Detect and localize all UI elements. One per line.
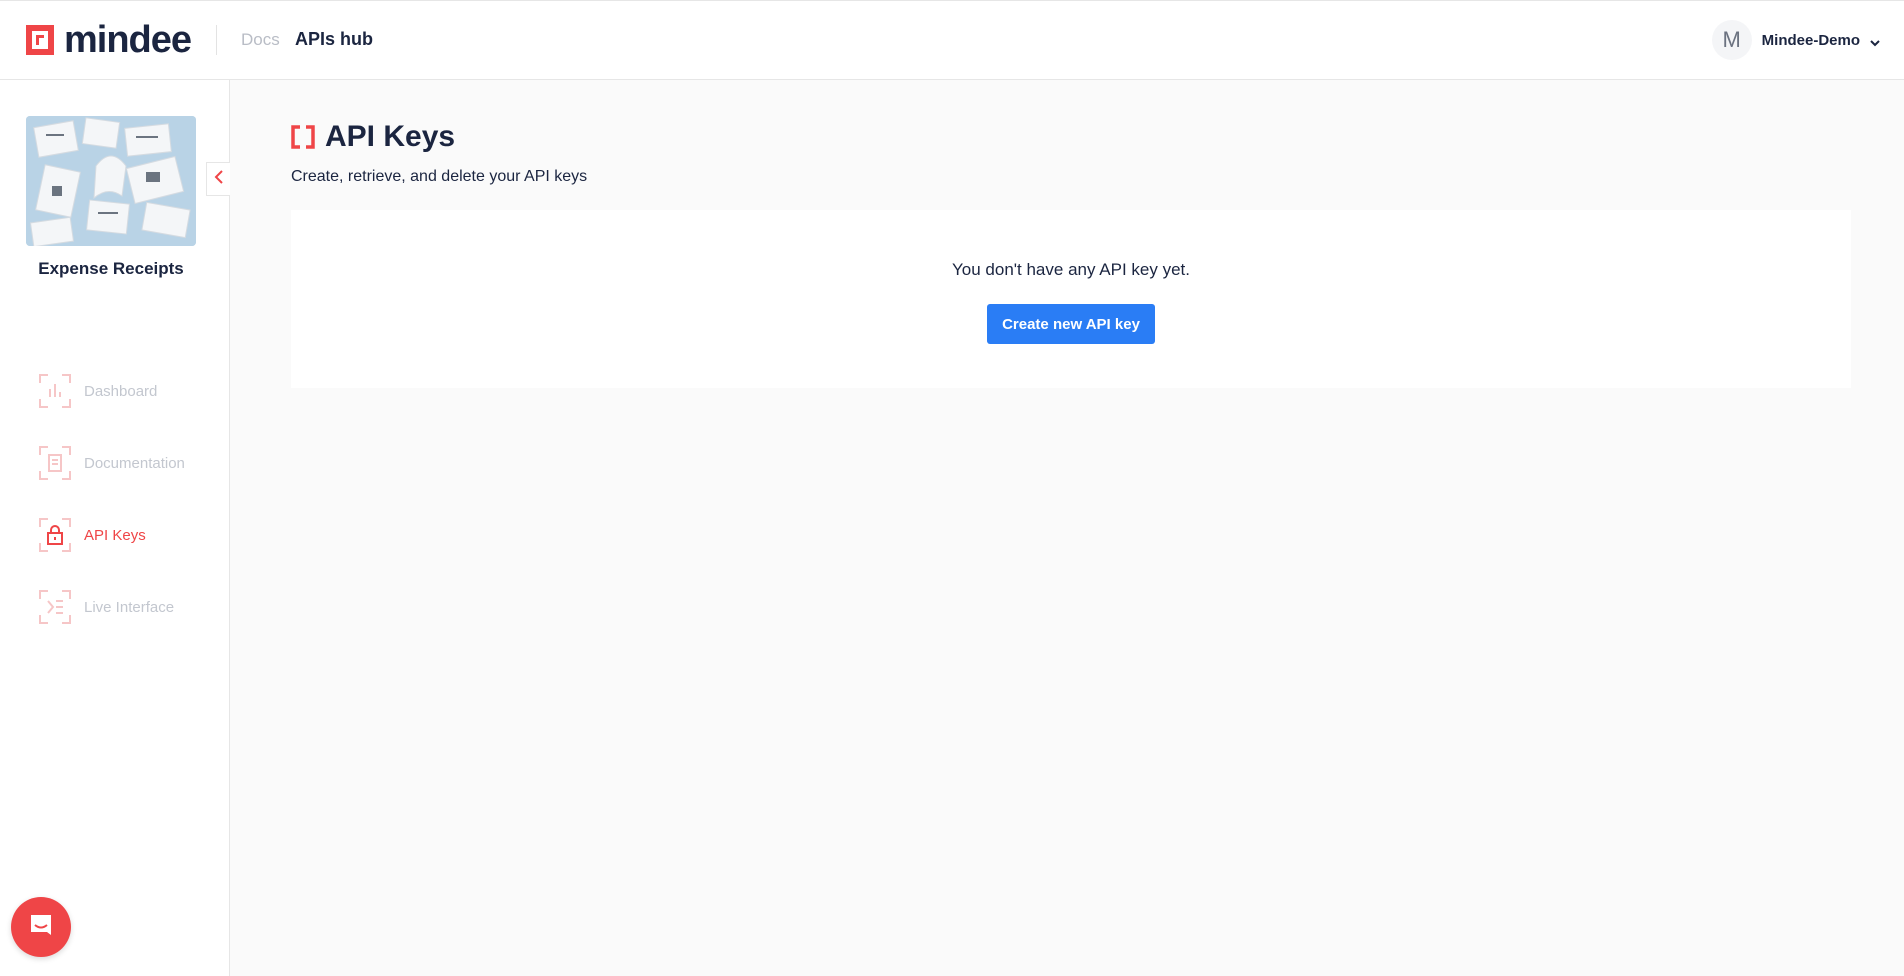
- mindee-logo[interactable]: mindee: [24, 19, 192, 61]
- divider: [216, 25, 217, 55]
- page-header: API Keys: [291, 120, 455, 154]
- main-content: API Keys Create, retrieve, and delete yo…: [231, 80, 1904, 976]
- chevron-down-icon[interactable]: [1870, 35, 1880, 47]
- collapse-sidebar-button[interactable]: [206, 162, 230, 196]
- live-interface-icon: [38, 589, 72, 625]
- empty-state-message: You don't have any API key yet.: [952, 260, 1190, 279]
- create-api-key-button[interactable]: Create new API key: [987, 304, 1155, 344]
- page-subtitle: Create, retrieve, and delete your API ke…: [291, 168, 588, 185]
- page-title: API Keys: [325, 120, 456, 153]
- chat-icon: [27, 911, 55, 944]
- api-keys-card: You don't have any API key yet. Create n…: [291, 210, 1851, 388]
- bracket-icon: [291, 125, 315, 149]
- brand-name: mindee: [64, 19, 192, 61]
- nav-docs-link[interactable]: Docs: [241, 30, 280, 50]
- sidebar-item-label: API Keys: [84, 526, 146, 544]
- mindee-logo-icon: [24, 23, 56, 57]
- chevron-left-icon: [214, 169, 224, 189]
- dashboard-icon: [38, 373, 72, 409]
- chat-launcher-button[interactable]: [11, 897, 71, 957]
- top-bar: mindee Docs APIs hub M Mindee-Demo: [0, 0, 1904, 80]
- sidebar-item-live-interface[interactable]: Live Interface: [38, 587, 174, 627]
- avatar[interactable]: M: [1711, 20, 1752, 60]
- sidebar-item-label: Live Interface: [84, 598, 175, 616]
- sidebar-item-label: Documentation: [84, 454, 185, 472]
- sidebar: Expense Receipts Dashboard Documentation: [0, 80, 230, 976]
- lock-icon: [38, 517, 72, 553]
- user-name[interactable]: Mindee-Demo: [1762, 32, 1860, 49]
- product-name: Expense Receipts: [38, 259, 184, 278]
- product-image: [26, 116, 196, 246]
- documentation-icon: [38, 445, 72, 481]
- sidebar-item-api-keys[interactable]: API Keys: [38, 515, 146, 555]
- sidebar-item-dashboard[interactable]: Dashboard: [38, 371, 157, 411]
- nav-apis-hub-link[interactable]: APIs hub: [295, 29, 373, 50]
- user-menu[interactable]: M Mindee-Demo: [1711, 20, 1880, 60]
- sidebar-item-documentation[interactable]: Documentation: [38, 443, 185, 483]
- sidebar-item-label: Dashboard: [84, 382, 158, 400]
